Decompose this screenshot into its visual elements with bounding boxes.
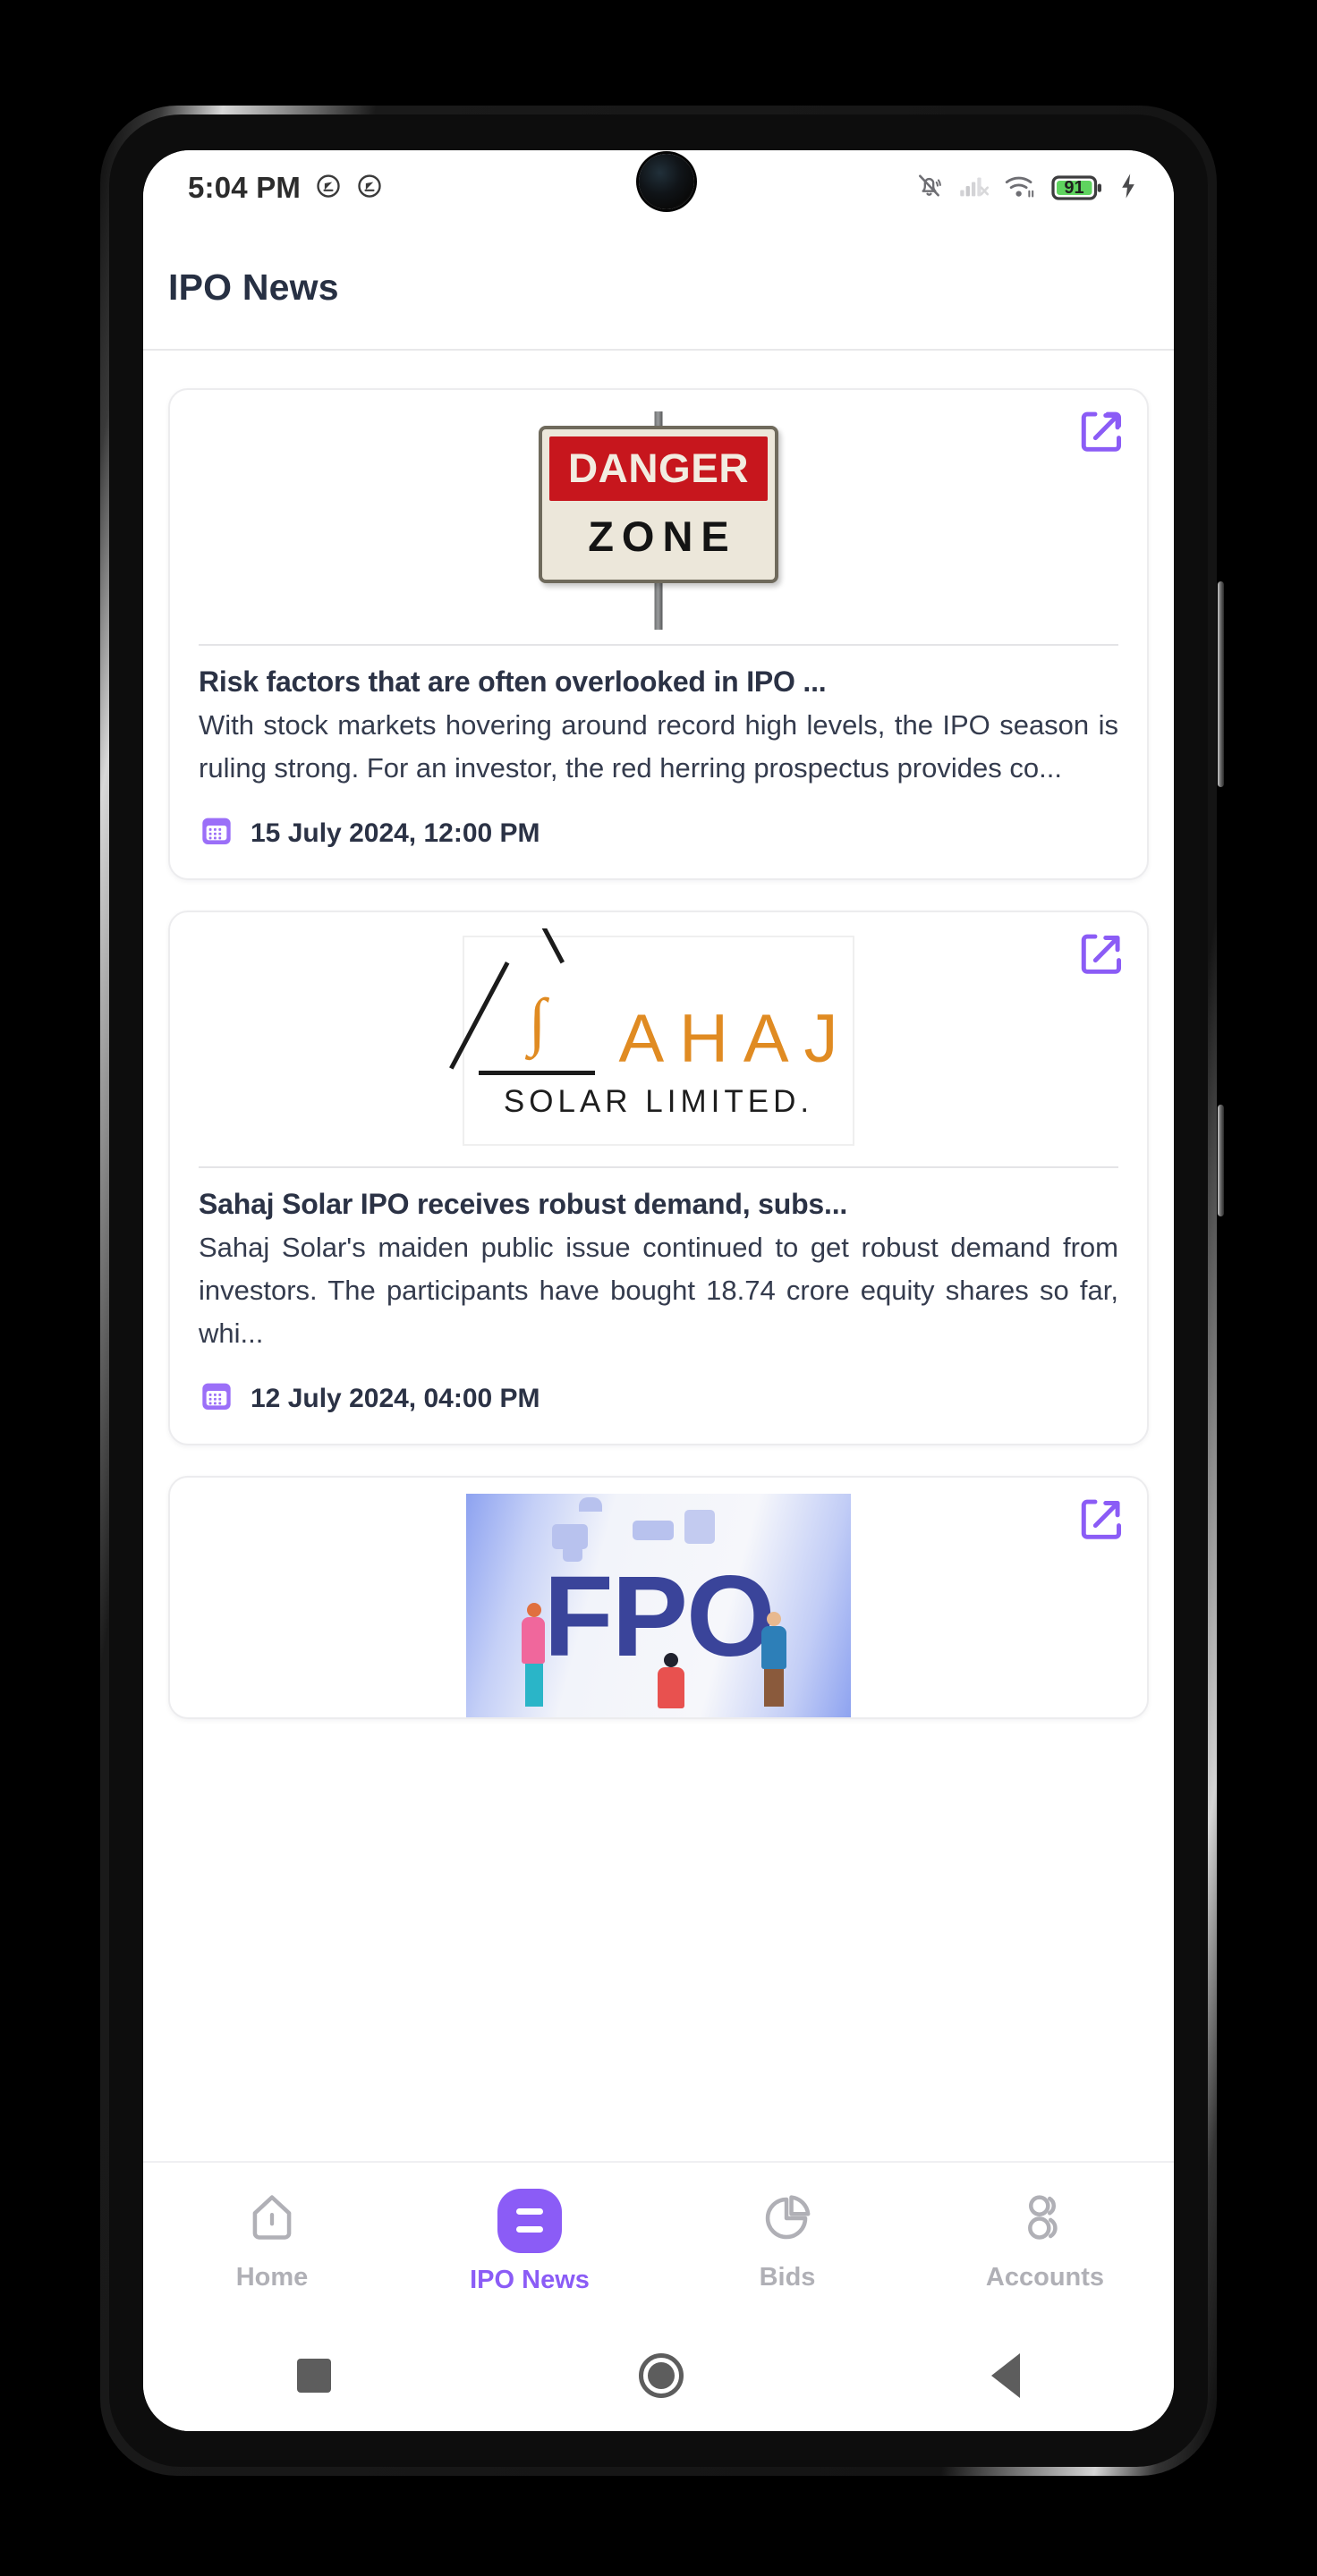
do-not-disturb-icon xyxy=(356,173,383,204)
calendar-icon xyxy=(199,1378,234,1419)
news-image-fpo-illustration: FPO xyxy=(170,1494,1147,1717)
pie-chart-icon xyxy=(760,2190,815,2250)
news-card[interactable]: DANGER ZONE Risk factors that are often … xyxy=(168,388,1149,880)
battery-percent-label: 91 xyxy=(1064,177,1084,198)
nav-label-bids: Bids xyxy=(759,2263,816,2292)
people-icon xyxy=(1017,2190,1073,2250)
danger-sign-bottom-text: ZONE xyxy=(588,512,737,560)
sahaj-triangle-mark: ∫ xyxy=(449,928,596,1075)
news-card[interactable]: FPO xyxy=(168,1476,1149,1719)
front-camera xyxy=(639,154,694,209)
back-button[interactable] xyxy=(991,2353,1020,2398)
bottom-navigation: Home IPO News Bids Accounts xyxy=(143,2161,1174,2320)
news-description: With stock markets hovering around recor… xyxy=(199,709,1118,784)
news-description: Sahaj Solar's maiden public issue contin… xyxy=(199,1232,1118,1349)
page-title: IPO News xyxy=(168,266,339,308)
nav-label-accounts: Accounts xyxy=(985,2263,1105,2292)
share-external-link-icon[interactable] xyxy=(1077,930,1126,979)
nav-label-ipo-news: IPO News xyxy=(470,2265,590,2294)
wifi-icon xyxy=(1004,173,1036,204)
news-card-body: Risk factors that are often overlooked i… xyxy=(170,646,1147,790)
status-bar-left: 5:04 PM xyxy=(188,171,383,205)
news-date: 12 July 2024, 04:00 PM xyxy=(251,1383,540,1413)
news-image-danger-zone: DANGER ZONE xyxy=(170,406,1147,630)
nav-label-home: Home xyxy=(235,2263,309,2292)
news-title: Risk factors that are often overlooked i… xyxy=(199,665,827,698)
share-external-link-icon[interactable] xyxy=(1077,408,1126,456)
news-card[interactable]: ∫ A H A J SOLAR LIMITED. Sahaj Solar IPO… xyxy=(168,911,1149,1445)
app-bar: IPO News xyxy=(143,225,1174,351)
nav-item-bids[interactable]: Bids xyxy=(693,2190,881,2292)
volume-button[interactable] xyxy=(1218,581,1224,787)
battery-icon: 91 xyxy=(1051,174,1103,201)
status-time: 5:04 PM xyxy=(188,171,302,204)
cellular-signal-off-icon xyxy=(959,173,990,204)
charging-bolt-icon xyxy=(1118,173,1138,204)
status-bar-right: 91 xyxy=(914,171,1138,205)
news-card-body: Sahaj Solar IPO receives robust demand, … xyxy=(170,1168,1147,1355)
power-button[interactable] xyxy=(1218,1105,1224,1216)
news-date-row: 12 July 2024, 04:00 PM xyxy=(170,1355,1147,1444)
sahaj-logo-letters: A H A J xyxy=(618,1001,838,1077)
news-date: 15 July 2024, 12:00 PM xyxy=(251,818,540,848)
news-image-sahaj-solar-logo: ∫ A H A J SOLAR LIMITED. xyxy=(170,928,1147,1152)
sahaj-logo-subtitle: SOLAR LIMITED. xyxy=(503,1084,814,1119)
nav-item-accounts[interactable]: Accounts xyxy=(951,2190,1139,2292)
android-system-navigation xyxy=(143,2320,1174,2431)
silent-bell-icon xyxy=(914,171,944,205)
news-title: Sahaj Solar IPO receives robust demand, … xyxy=(199,1188,848,1220)
home-button[interactable] xyxy=(639,2353,684,2398)
danger-sign-top-text: DANGER xyxy=(568,445,749,491)
news-icon xyxy=(497,2188,562,2253)
news-list[interactable]: DANGER ZONE Risk factors that are often … xyxy=(143,352,1174,2231)
calendar-icon xyxy=(199,813,234,853)
nav-item-ipo-news[interactable]: IPO News xyxy=(436,2188,624,2295)
share-external-link-icon[interactable] xyxy=(1077,1496,1126,1544)
nav-item-home[interactable]: Home xyxy=(178,2190,366,2292)
recents-button[interactable] xyxy=(297,2359,331,2393)
news-date-row: 15 July 2024, 12:00 PM xyxy=(170,790,1147,878)
phone-screen: 5:04 PM 91 IPO News DANGER ZONE Risk fac… xyxy=(143,150,1174,2431)
home-icon xyxy=(244,2190,300,2250)
do-not-disturb-icon xyxy=(315,173,342,204)
